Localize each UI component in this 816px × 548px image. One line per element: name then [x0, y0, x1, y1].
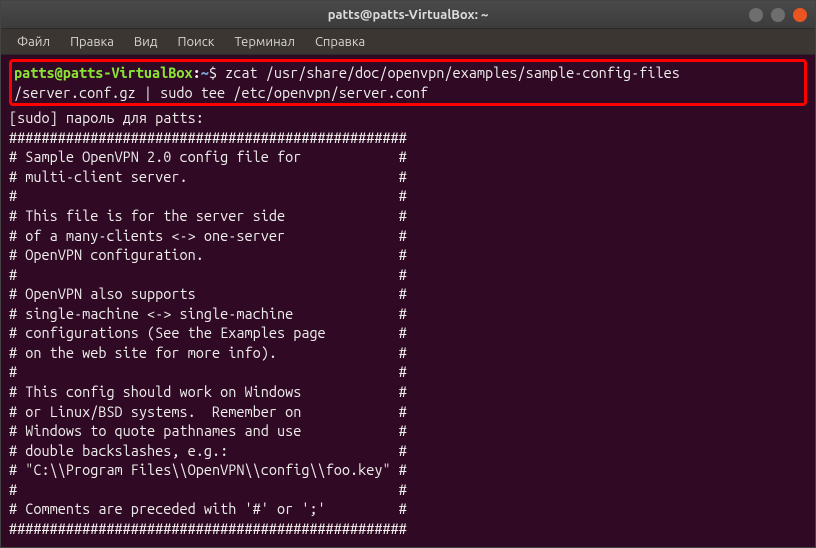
menu-file[interactable]: Файл	[9, 33, 58, 51]
terminal-body[interactable]: patts@patts-VirtualBox:~$ zcat /usr/shar…	[1, 55, 815, 547]
output-line: # Sample OpenVPN 2.0 config file for #	[9, 147, 807, 167]
sudo-prompt: [sudo] пароль для patts:	[9, 108, 807, 128]
highlighted-command: patts@patts-VirtualBox:~$ zcat /usr/shar…	[9, 59, 807, 106]
close-icon[interactable]	[793, 8, 807, 22]
prompt-dollar: $	[209, 64, 217, 81]
output-line: # single-machine <-> single-machine #	[9, 304, 807, 324]
prompt-colon: :	[193, 64, 201, 81]
output-line: # or Linux/BSD systems. Remember on #	[9, 402, 807, 422]
output-line: # configurations (See the Examples page …	[9, 323, 807, 343]
prompt-line-2: /server.conf.gz | sudo tee /etc/openvpn/…	[14, 83, 802, 103]
command-text-line2: /server.conf.gz | sudo tee /etc/openvpn/…	[14, 84, 428, 101]
menu-help[interactable]: Справка	[307, 33, 373, 51]
output-line: # This file is for the server side #	[9, 206, 807, 226]
output-line: # #	[9, 362, 807, 382]
terminal-window: patts@patts-VirtualBox: ~ Файл Правка Ви…	[0, 0, 816, 548]
output-line: # #	[9, 186, 807, 206]
output-line: # Comments are preceded with '#' or ';' …	[9, 499, 807, 519]
menu-view[interactable]: Вид	[126, 33, 166, 51]
menu-edit[interactable]: Правка	[62, 33, 122, 51]
output-line: # double backslashes, e.g.: #	[9, 441, 807, 461]
prompt-path: ~	[201, 64, 209, 81]
maximize-icon[interactable]	[771, 8, 785, 22]
output-line: # OpenVPN also supports #	[9, 284, 807, 304]
output-line: # #	[9, 480, 807, 500]
minimize-icon[interactable]	[749, 8, 763, 22]
output-line: # OpenVPN configuration. #	[9, 245, 807, 265]
window-title: patts@patts-VirtualBox: ~	[328, 8, 489, 22]
command-text-line1: zcat /usr/share/doc/openvpn/examples/sam…	[217, 64, 680, 81]
menu-search[interactable]: Поиск	[169, 33, 222, 51]
output-line: # on the web site for more info). #	[9, 343, 807, 363]
titlebar: patts@patts-VirtualBox: ~	[1, 1, 815, 29]
output-line: # #	[9, 265, 807, 285]
output-line: # "C:\\Program Files\\OpenVPN\\config\\f…	[9, 460, 807, 480]
output-line: ########################################…	[9, 519, 807, 539]
prompt-user-host: patts@patts-VirtualBox	[14, 64, 193, 81]
prompt-line-1: patts@patts-VirtualBox:~$ zcat /usr/shar…	[14, 63, 802, 83]
output-line: ########################################…	[9, 128, 807, 148]
output-line: # This config should work on Windows #	[9, 382, 807, 402]
menu-terminal[interactable]: Терминал	[226, 33, 302, 51]
output-line: # of a many-clients <-> one-server #	[9, 226, 807, 246]
output-line: # multi-client server. #	[9, 167, 807, 187]
menubar: Файл Правка Вид Поиск Терминал Справка	[1, 29, 815, 55]
window-controls	[749, 8, 807, 22]
output-line: # Windows to quote pathnames and use #	[9, 421, 807, 441]
